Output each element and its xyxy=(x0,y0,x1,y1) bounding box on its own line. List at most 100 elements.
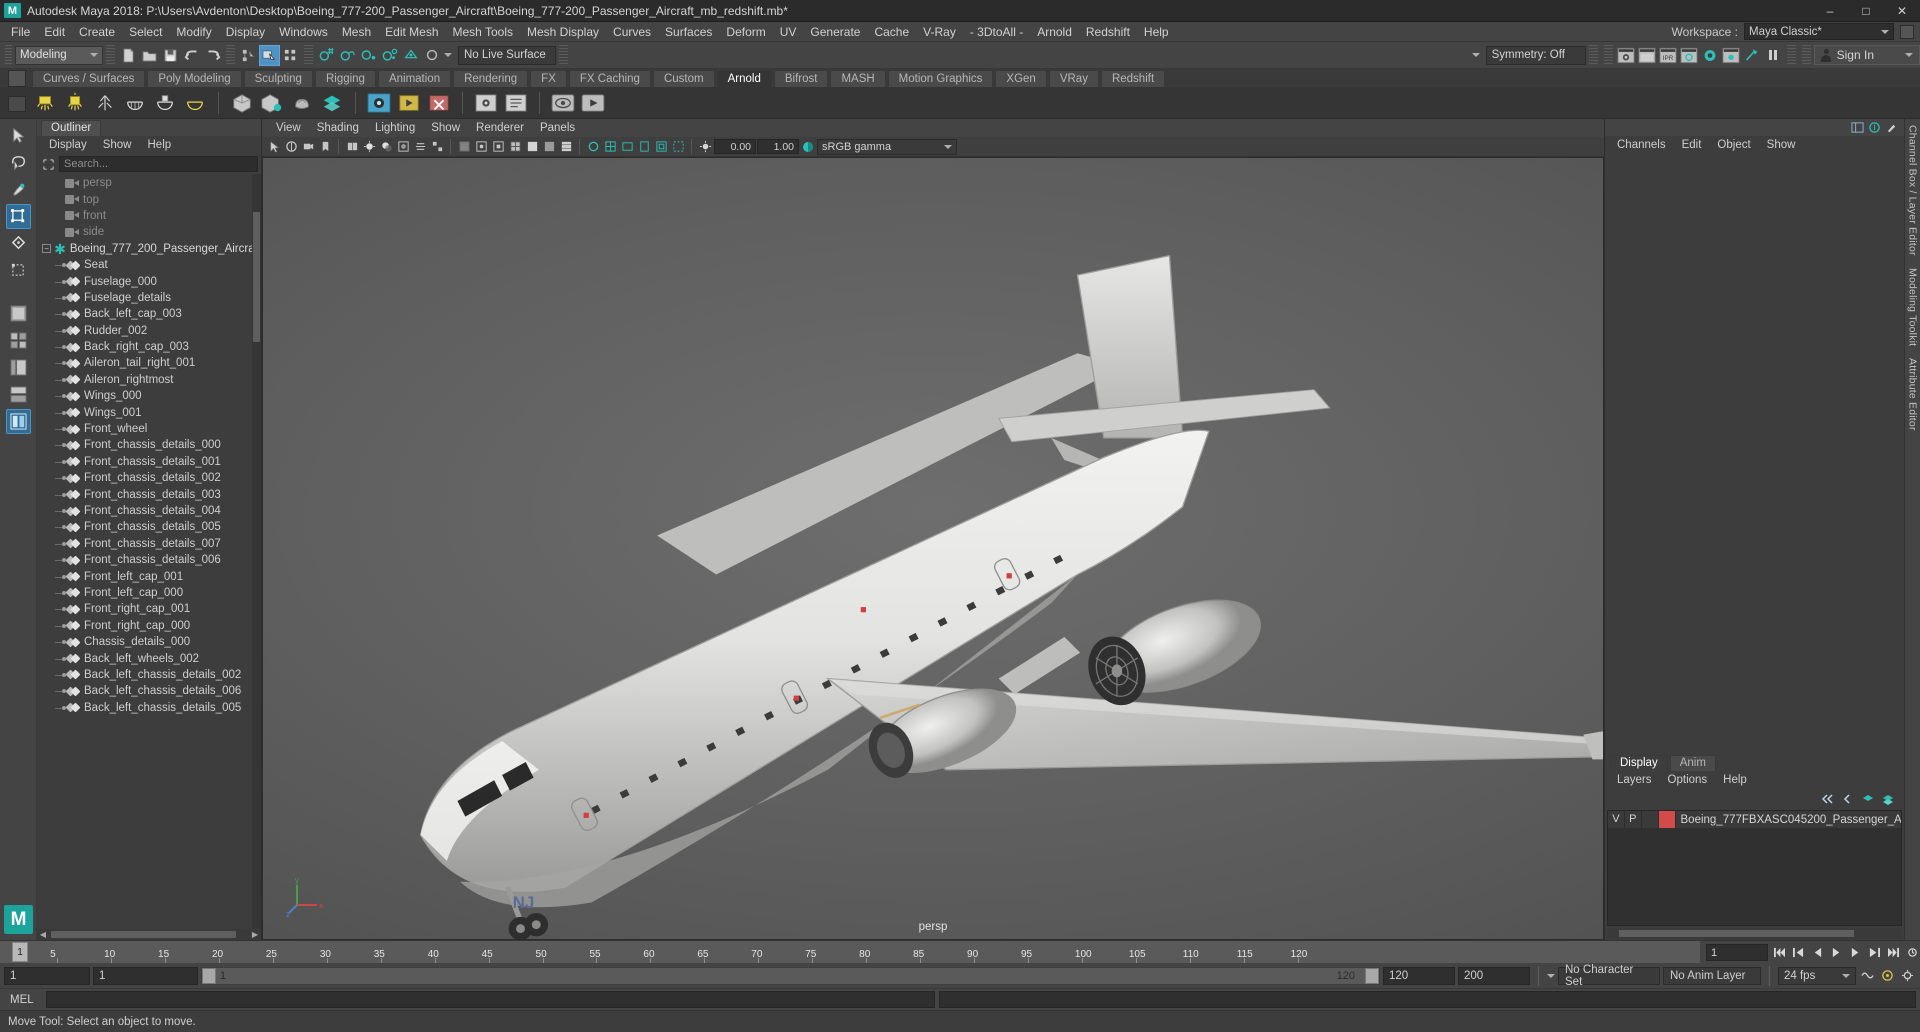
outliner-persp-layout[interactable] xyxy=(6,355,31,380)
shelf-tab-rendering[interactable]: Rendering xyxy=(453,70,529,87)
side-tab-modeling-toolkit[interactable]: Modeling Toolkit xyxy=(1907,268,1919,346)
show-safe-action-icon[interactable] xyxy=(670,139,686,155)
channel-box-body[interactable] xyxy=(1605,155,1904,754)
use-all-lights-icon[interactable] xyxy=(361,139,377,155)
layer-horizontal-scrollbar[interactable] xyxy=(1607,928,1902,939)
auto-key-icon[interactable] xyxy=(1859,968,1876,984)
outliner-vertical-scrollbar[interactable] xyxy=(252,174,261,929)
animation-preferences-icon[interactable] xyxy=(1904,945,1920,961)
arnold-mesh-light-icon[interactable] xyxy=(182,90,208,116)
viewport-menu-lighting[interactable]: Lighting xyxy=(367,119,423,137)
flat-shade-icon[interactable] xyxy=(541,139,557,155)
lasso-tool[interactable] xyxy=(6,150,31,175)
layer-menu-help[interactable]: Help xyxy=(1715,771,1755,789)
arnold-standin-alt-icon[interactable] xyxy=(259,90,285,116)
snap-to-point-button[interactable] xyxy=(358,45,379,66)
layer-visibility-toggle[interactable]: V xyxy=(1608,811,1625,828)
outliner-object-row[interactable]: Front_chassis_details_001 xyxy=(37,454,261,470)
outliner-object-row[interactable]: Front_chassis_details_004 xyxy=(37,503,261,519)
pause-viewport-button[interactable] xyxy=(1763,45,1784,66)
outliner-hscroll-thumb[interactable] xyxy=(51,931,236,938)
layer-hscroll-thumb[interactable] xyxy=(1619,930,1854,937)
playback-end-field[interactable]: 200 xyxy=(1458,966,1530,985)
fps-dropdown[interactable]: 24 fps xyxy=(1778,966,1856,985)
render-current-frame-button[interactable] xyxy=(1616,45,1637,66)
shelf-tab-curves-surfaces[interactable]: Curves / Surfaces xyxy=(32,70,146,87)
menu-windows[interactable]: Windows xyxy=(272,22,335,42)
arnold-skydome-light-icon[interactable] xyxy=(92,90,118,116)
four-view-layout[interactable] xyxy=(6,328,31,353)
outliner-search-input[interactable]: Search... xyxy=(59,156,258,172)
menu-3dtoall[interactable]: - 3DtoAll - xyxy=(963,22,1030,42)
outliner-object-row[interactable]: Back_left_wheels_002 xyxy=(37,650,261,666)
paint-select-tool[interactable] xyxy=(6,177,31,202)
menu-surfaces[interactable]: Surfaces xyxy=(658,22,719,42)
workspace-settings-icon[interactable] xyxy=(1900,24,1914,39)
side-tab-attribute-editor[interactable]: Attribute Editor xyxy=(1907,358,1919,431)
outliner-camera-row[interactable]: front xyxy=(37,208,261,224)
go-to-end-icon[interactable] xyxy=(1885,945,1901,961)
arnold-sky-icon[interactable] xyxy=(122,90,148,116)
menu-display[interactable]: Display xyxy=(219,22,272,42)
shelf-tab-custom[interactable]: Custom xyxy=(652,70,715,87)
multisample-icon[interactable] xyxy=(429,139,445,155)
arnold-ipr-toggle-icon[interactable] xyxy=(550,90,576,116)
layer-tab-anim[interactable]: Anim xyxy=(1669,755,1716,771)
move-tool[interactable] xyxy=(5,204,31,229)
viewport-menu-view[interactable]: View xyxy=(268,119,309,137)
wireframe-on-shaded-icon[interactable] xyxy=(507,139,523,155)
snap-to-curve-button[interactable] xyxy=(337,45,358,66)
show-resolution-gate-icon[interactable] xyxy=(636,139,652,155)
menu-arnold[interactable]: Arnold xyxy=(1030,22,1079,42)
menu-file[interactable]: File xyxy=(4,22,37,42)
outliner-object-row[interactable]: Rudder_002 xyxy=(37,323,261,339)
outliner-menu-help[interactable]: Help xyxy=(140,136,180,154)
outliner-object-row[interactable]: Chassis_details_000 xyxy=(37,634,261,650)
toolbar-grip[interactable] xyxy=(5,44,12,66)
chevron-down-icon[interactable] xyxy=(444,53,452,57)
viewport-menu-panels[interactable]: Panels xyxy=(532,119,583,137)
maximize-button[interactable]: □ xyxy=(1848,0,1884,22)
outliner-object-row[interactable]: Front_chassis_details_003 xyxy=(37,486,261,502)
collapse-expander-icon[interactable]: − xyxy=(42,244,52,254)
shelf-tab-fx[interactable]: FX xyxy=(530,70,567,87)
range-start-field[interactable]: 1 xyxy=(4,966,90,985)
side-tab-channel-box-layer-editor[interactable]: Channel Box / Layer Editor xyxy=(1907,125,1919,256)
outliner-object-row[interactable]: Aileron_tail_right_001 xyxy=(37,355,261,371)
arnold-render-settings-icon[interactable] xyxy=(503,90,529,116)
anim-layer-field[interactable]: No Anim Layer xyxy=(1663,966,1761,985)
arnold-render-sequence-icon[interactable] xyxy=(396,90,422,116)
menu-cache[interactable]: Cache xyxy=(867,22,916,42)
current-frame-field[interactable]: 1 xyxy=(1706,944,1768,961)
display-layer-list[interactable]: VP Boeing_777FBXASC045200_Passenger_Aircr… xyxy=(1607,810,1902,926)
channelbox-menu-show[interactable]: Show xyxy=(1759,136,1804,155)
filter-icon[interactable] xyxy=(40,156,56,172)
step-back-key-icon[interactable] xyxy=(1790,945,1806,961)
minimize-button[interactable]: – xyxy=(1812,0,1848,22)
outliner-object-row[interactable]: Front_chassis_details_006 xyxy=(37,552,261,568)
show-film-gate-icon[interactable] xyxy=(619,139,635,155)
outliner-menu-show[interactable]: Show xyxy=(95,136,140,154)
menu-mesh-display[interactable]: Mesh Display xyxy=(520,22,606,42)
character-set-field[interactable]: No Character Set xyxy=(1558,964,1660,988)
step-back-frame-icon[interactable] xyxy=(1809,945,1825,961)
menu-select[interactable]: Select xyxy=(122,22,169,42)
outliner-menu-display[interactable]: Display xyxy=(41,136,95,154)
snap-to-projected-center-button[interactable] xyxy=(379,45,400,66)
shelf-menu-icon[interactable] xyxy=(8,96,26,112)
mel-command-input[interactable] xyxy=(46,991,935,1008)
arnold-volume-icon[interactable] xyxy=(289,90,315,116)
shelf-tab-fx-caching[interactable]: FX Caching xyxy=(568,70,651,87)
hypershade-persp-layout[interactable] xyxy=(5,409,31,434)
menu-set-dropdown[interactable]: Modeling xyxy=(15,45,103,65)
outliner-object-row[interactable]: Back_left_chassis_details_002 xyxy=(37,667,261,683)
menu-generate[interactable]: Generate xyxy=(803,22,867,42)
persp-view-layout[interactable] xyxy=(6,301,31,326)
viewport-menu-renderer[interactable]: Renderer xyxy=(468,119,532,137)
exposure-icon[interactable] xyxy=(697,139,713,155)
arnold-area-light-icon[interactable] xyxy=(32,90,58,116)
chevron-down-icon[interactable] xyxy=(1471,53,1480,57)
redo-button[interactable] xyxy=(202,45,223,66)
arnold-play-icon[interactable] xyxy=(580,90,606,116)
channelbox-menu-object[interactable]: Object xyxy=(1709,136,1758,155)
